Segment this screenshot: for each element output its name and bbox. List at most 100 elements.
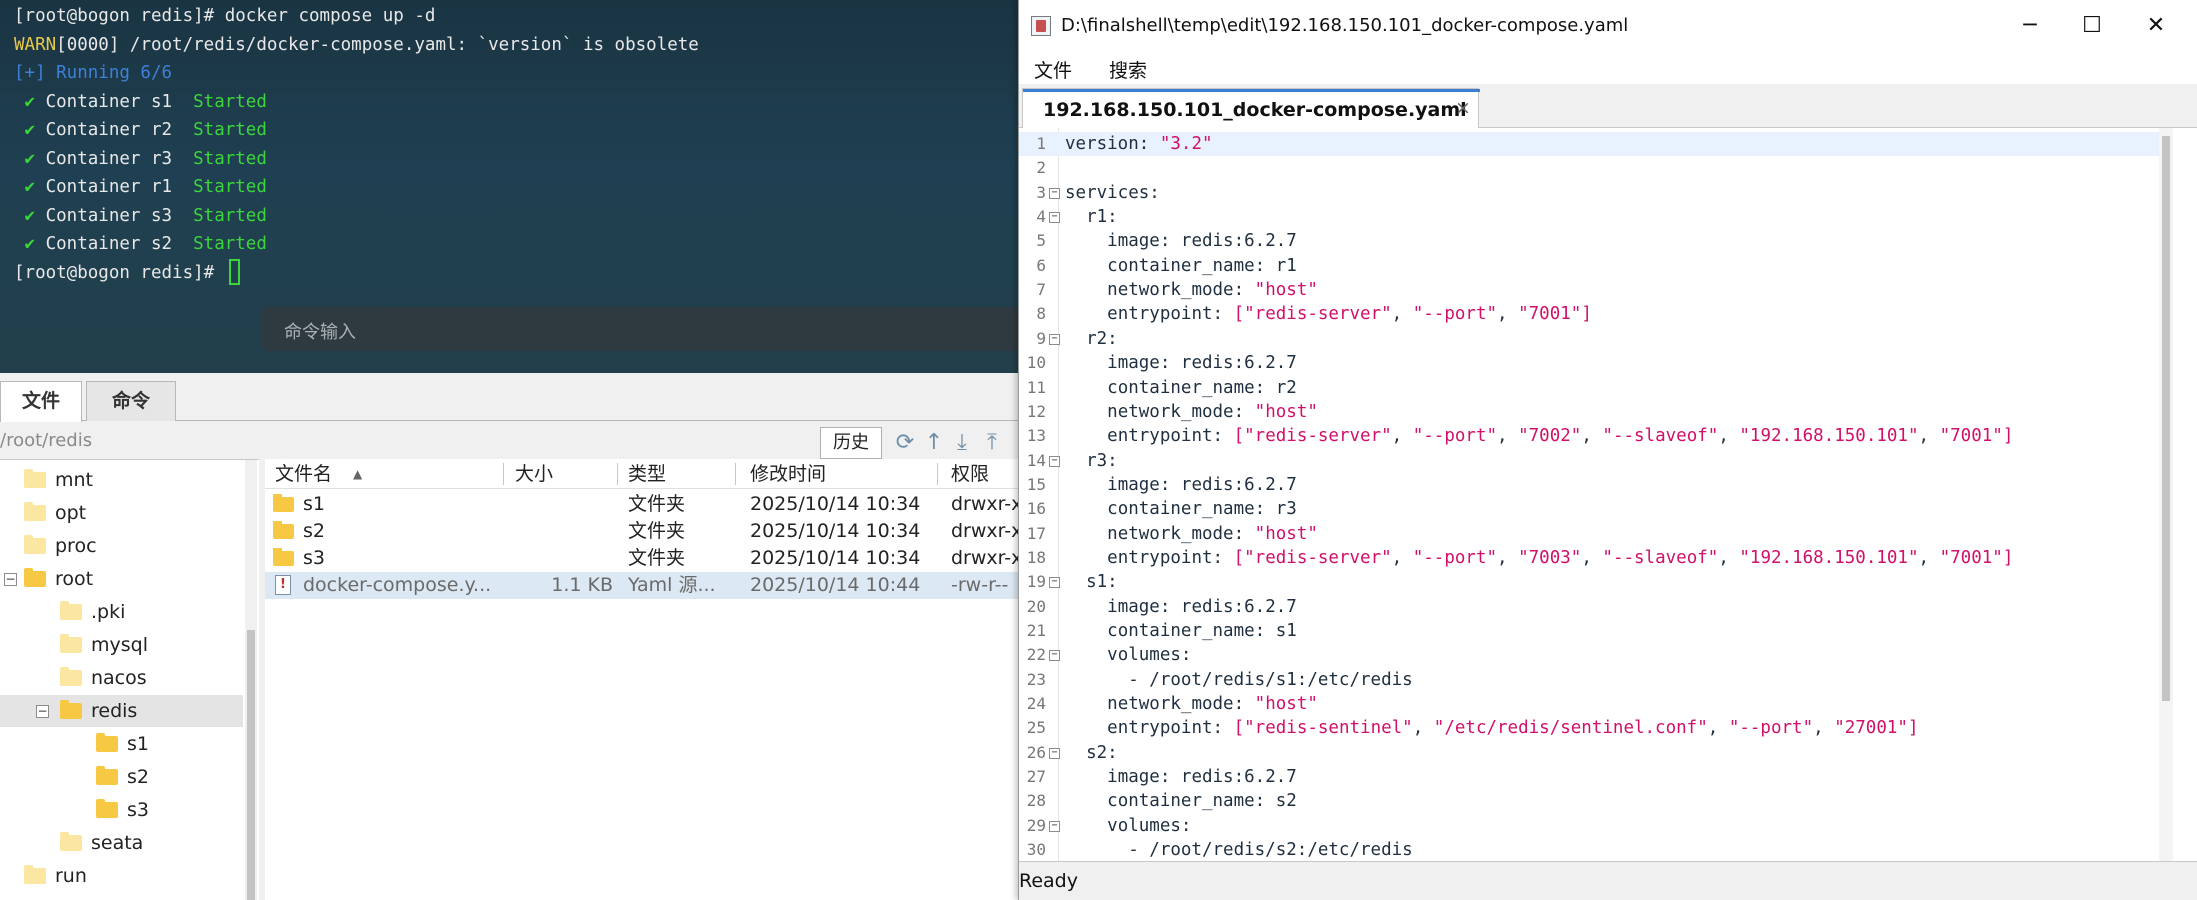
title-bar[interactable]: D:\finalshell\temp\edit\192.168.150.101_… xyxy=(1019,0,2197,54)
tree-item-redis[interactable]: − redis xyxy=(0,695,243,727)
key-token: volumes xyxy=(1107,645,1181,666)
column-divider[interactable] xyxy=(617,463,618,485)
column-name[interactable]: 文件名 xyxy=(275,461,332,487)
terminal-panel[interactable]: [root@bogon redis]# docker compose up -d… xyxy=(0,0,1020,373)
file-row-docker-compose[interactable]: ! docker-compose.y... 1.1 KB Yaml 源... 2025/… xyxy=(265,572,1020,599)
tab-files[interactable]: 文件 xyxy=(0,381,82,422)
current-path[interactable]: /root/redis xyxy=(0,430,92,451)
key-token: image xyxy=(1107,596,1160,617)
minimize-icon[interactable]: ─ xyxy=(2015,12,2045,42)
fold-toggle-icon[interactable]: − xyxy=(1049,747,1060,759)
column-size[interactable]: 大小 xyxy=(515,461,553,487)
tree-item-label: mysql xyxy=(91,634,148,656)
command-input-bar[interactable]: 命令输入 xyxy=(262,307,1020,351)
file-perm: drwxr-x xyxy=(951,520,1020,542)
line-number: 15 xyxy=(1026,474,1046,494)
collapse-icon[interactable]: − xyxy=(4,573,17,586)
column-permissions[interactable]: 权限 xyxy=(951,461,989,487)
tree-item-s2[interactable]: s2 xyxy=(0,761,243,793)
tree-item-label: proc xyxy=(55,535,97,557)
code-editor[interactable]: 1 version: "3.2" 2 3− services: 4− r1: 5 image… xyxy=(1019,128,2197,861)
download-icon[interactable]: ⤓ xyxy=(950,431,974,455)
close-icon[interactable]: ✕ xyxy=(2141,12,2171,42)
code-line: 12 network_mode: "host" xyxy=(1019,400,2159,424)
file-mtime: 2025/10/14 10:34 xyxy=(750,547,921,569)
key-token: container_name xyxy=(1107,255,1255,276)
string-token: "host" xyxy=(1254,694,1318,715)
history-button[interactable]: 历史 xyxy=(820,427,882,459)
yaml-file-icon: ! xyxy=(275,575,291,595)
fold-toggle-icon[interactable]: − xyxy=(1049,455,1060,467)
string-token: ] xyxy=(2002,547,2014,568)
code-line: 15 image: redis:6.2.7 xyxy=(1019,473,2159,497)
tab-docker-compose[interactable]: 192.168.150.101_docker-compose.yaml × xyxy=(1022,88,1480,129)
tab-close-icon[interactable]: × xyxy=(1455,97,1471,119)
file-row-s1[interactable]: s1 文件夹 2025/10/14 10:34 drwxr-x xyxy=(265,491,1020,518)
tree-item-opt[interactable]: opt xyxy=(0,497,243,529)
refresh-icon[interactable]: ⟳ xyxy=(893,431,917,455)
code-line: 9− r2: xyxy=(1019,327,2159,351)
fold-toggle-icon[interactable]: − xyxy=(1049,187,1060,199)
tree-item-dot-pki[interactable]: .pki xyxy=(0,596,243,628)
terminal-line: ✔ Container s3 Started xyxy=(14,202,699,231)
directory-tree[interactable]: mnt opt proc − root .pki mysql nacos − redis s1 s2 s… xyxy=(0,459,260,900)
scrollbar-thumb[interactable] xyxy=(247,630,255,900)
scrollbar-thumb[interactable] xyxy=(2162,136,2170,701)
fold-toggle-icon[interactable]: − xyxy=(1049,650,1060,662)
fold-toggle-icon[interactable]: − xyxy=(1049,212,1060,224)
tree-item-nacos[interactable]: nacos xyxy=(0,662,243,694)
folder-icon xyxy=(60,601,82,620)
tree-item-mnt[interactable]: mnt xyxy=(0,464,243,496)
tree-item-s1[interactable]: s1 xyxy=(0,728,243,760)
fold-toggle-icon[interactable]: − xyxy=(1049,820,1060,832)
menu-search[interactable]: 搜索 xyxy=(1109,56,1147,83)
key-token: network_mode xyxy=(1107,694,1234,715)
code-line: 14− r3: xyxy=(1019,449,2159,473)
file-mtime: 2025/10/14 10:44 xyxy=(750,574,921,596)
terminal-line: [root@bogon redis]# xyxy=(14,258,699,288)
up-directory-icon[interactable]: ↑ xyxy=(922,431,946,455)
tab-commands[interactable]: 命令 xyxy=(86,381,176,421)
code-text: services: xyxy=(1065,181,1160,205)
tree-scrollbar[interactable] xyxy=(245,460,257,900)
tree-item-s3[interactable]: s3 xyxy=(0,794,243,826)
upload-icon[interactable]: ⤒ xyxy=(980,431,1004,455)
file-mtime: 2025/10/14 10:34 xyxy=(750,493,921,515)
column-divider[interactable] xyxy=(937,463,938,485)
code-text: image: redis:6.2.7 xyxy=(1065,473,1297,497)
key-token: s1 xyxy=(1086,572,1108,593)
line-number: 18 xyxy=(1026,547,1046,567)
tree-item-proc[interactable]: proc xyxy=(0,530,243,562)
terminal-text: [0000] /root/redis/docker-compose.yaml: … xyxy=(56,34,699,55)
column-modified[interactable]: 修改时间 xyxy=(750,461,826,487)
column-divider[interactable] xyxy=(735,463,736,485)
terminal-cursor xyxy=(228,258,240,285)
vertical-scrollbar[interactable] xyxy=(2159,128,2173,861)
collapse-icon[interactable]: − xyxy=(36,705,49,718)
line-number: 23 xyxy=(1026,669,1046,689)
file-type: Yaml 源... xyxy=(628,574,716,596)
file-row-s2[interactable]: s2 文件夹 2025/10/14 10:34 drwxr-x xyxy=(265,518,1020,545)
maximize-icon[interactable]: ☐ xyxy=(2077,12,2107,42)
desktop: [root@bogon redis]# docker compose up -d… xyxy=(0,0,2197,900)
key-token: image xyxy=(1107,353,1160,374)
line-number: 14 xyxy=(1026,450,1046,470)
tree-item-run[interactable]: run xyxy=(0,860,243,892)
code-text: container_name: r2 xyxy=(1065,376,1297,400)
fold-toggle-icon[interactable]: − xyxy=(1049,577,1060,589)
line-number: 21 xyxy=(1026,621,1046,640)
tree-item-root[interactable]: − root xyxy=(0,563,243,595)
plain-token: - /root/redis/s2:/etc/redis xyxy=(1065,840,1413,861)
tree-item-seata[interactable]: seata xyxy=(0,827,243,859)
tree-item-label: mnt xyxy=(55,469,93,491)
fold-toggle-icon[interactable]: − xyxy=(1049,333,1060,345)
file-row-s3[interactable]: s3 文件夹 2025/10/14 10:34 drwxr-x xyxy=(265,545,1020,572)
column-divider[interactable] xyxy=(503,463,504,485)
terminal-text: Started xyxy=(193,177,267,197)
tree-item-mysql[interactable]: mysql xyxy=(0,629,243,661)
column-type[interactable]: 类型 xyxy=(628,461,666,487)
menu-file[interactable]: 文件 xyxy=(1034,56,1072,83)
